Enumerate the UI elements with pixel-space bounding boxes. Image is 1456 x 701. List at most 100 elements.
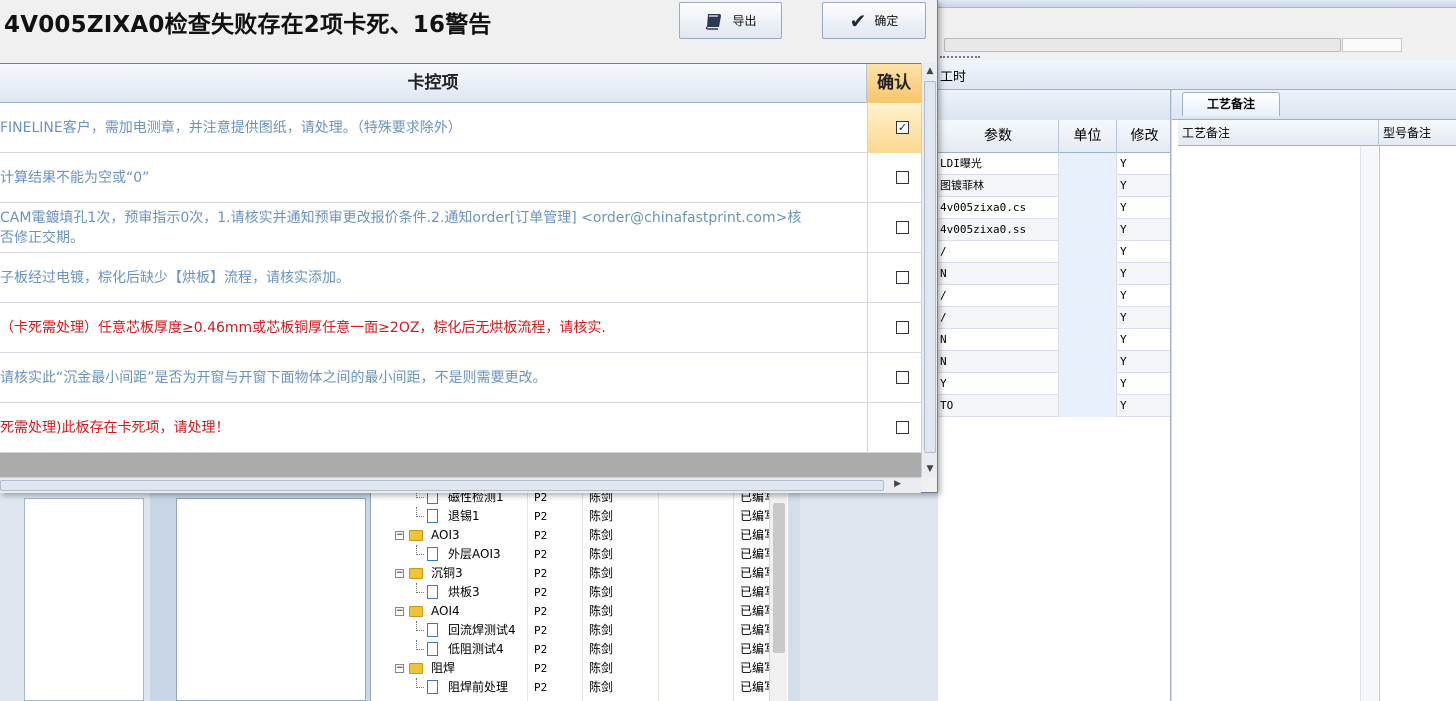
- tree-row[interactable]: − 阻焊 P2 陈剑 已编写: [371, 659, 789, 678]
- tree-status: 已编写: [740, 566, 772, 580]
- dialog-vertical-scrollbar[interactable]: ▲ ▼: [921, 63, 937, 477]
- dialog-horizontal-scrollbar[interactable]: ▶: [0, 477, 921, 493]
- remarks-grid-header: 工艺备注 型号备注: [1178, 120, 1456, 146]
- confirm-button[interactable]: ✔ 确定: [822, 2, 926, 39]
- column-modify[interactable]: 修改: [1117, 120, 1172, 153]
- column-process-remarks[interactable]: 工艺备注: [1178, 120, 1379, 146]
- check-item-text: 子板经过电镀，棕化后缺少【烘板】流程，请核实添加。: [0, 270, 350, 286]
- tree-row[interactable]: 阻焊前处理 P2 陈剑 已编写: [371, 678, 789, 697]
- check-item-row[interactable]: FINELINE客户，需加电测章，并注意提供图纸，请处理。（特殊要求除外） ✓: [0, 103, 921, 153]
- column-check-item[interactable]: 卡控项: [0, 64, 867, 103]
- check-item-row[interactable]: CAM電鍍填孔1次，预审指示0次，1.请核实并通知预审更改报价条件.2.通知or…: [0, 203, 921, 253]
- param-row[interactable]: LDI曝光 Y: [938, 153, 1172, 175]
- param-row[interactable]: NY: [938, 351, 1172, 373]
- param-cell: 4v005zixa0.cs: [938, 197, 1059, 219]
- check-item-row[interactable]: 死需处理)此板存在卡死项，请处理！: [0, 403, 921, 453]
- tree-scrollbar[interactable]: [769, 493, 787, 701]
- background-tabbar: 工时: [938, 60, 1456, 90]
- check-grid-empty-area: [0, 453, 921, 477]
- column-unit[interactable]: 单位: [1059, 120, 1117, 153]
- scroll-up-arrow-icon[interactable]: ▲: [923, 64, 937, 78]
- param-row[interactable]: / Y: [938, 241, 1172, 263]
- param-cell: 4v005zixa0.ss: [938, 219, 1059, 241]
- param-row[interactable]: / Y: [938, 285, 1172, 307]
- remarks-pane: 工艺备注 工艺备注 型号备注: [1172, 90, 1456, 701]
- tree-row[interactable]: 烘板3 P2 陈剑 已编写: [371, 583, 789, 602]
- column-param[interactable]: 参数: [938, 120, 1059, 153]
- tree-row[interactable]: − AOI4 P2 陈剑 已编写: [371, 602, 789, 621]
- param-row[interactable]: 4v005zixa0.cs Y: [938, 197, 1172, 219]
- dialog-scrollbar-thumb[interactable]: [924, 81, 936, 453]
- check-item-row[interactable]: 计算结果不能为空或“0”: [0, 153, 921, 203]
- confirm-checkbox[interactable]: [896, 321, 909, 334]
- param-row[interactable]: NY: [938, 329, 1172, 351]
- background-header-strip: [938, 0, 1456, 8]
- params-grid-header: 参数 单位 修改: [938, 120, 1172, 153]
- lower-splitter[interactable]: [788, 493, 800, 701]
- tree-priority: P2: [534, 624, 548, 637]
- tree-row[interactable]: − 沉铜3 P2 陈剑 已编写: [371, 564, 789, 583]
- export-button[interactable]: 导出: [679, 2, 782, 39]
- tab-hours[interactable]: 工时: [940, 66, 966, 85]
- tree-row[interactable]: − AOI3 P2 陈剑 已编写: [371, 526, 789, 545]
- tree-row[interactable]: 退锡1 P2 陈剑 已编写: [371, 507, 789, 526]
- background-toolbar: [938, 0, 1456, 58]
- dialog-title: 4V005ZIXA0检查失败存在2项卡死、16警告: [4, 12, 492, 38]
- param-row[interactable]: TO Y: [938, 395, 1172, 417]
- column-confirm[interactable]: 确认: [867, 64, 921, 103]
- confirm-cell: [867, 403, 921, 453]
- remarks-scrollbar[interactable]: [1360, 146, 1378, 701]
- tree-row[interactable]: 外层AOI3 P2 陈剑 已编写: [371, 545, 789, 564]
- confirm-checkbox[interactable]: [896, 371, 909, 384]
- param-row[interactable]: 图镀菲林 Y: [938, 175, 1172, 197]
- tree-author: 陈剑: [589, 604, 614, 618]
- tree-scrollbar-thumb[interactable]: [773, 503, 785, 653]
- param-row[interactable]: 4v005zixa0.ss Y: [938, 219, 1172, 241]
- confirm-checkbox[interactable]: [896, 421, 909, 434]
- tree-connector: [416, 507, 424, 517]
- check-item-row[interactable]: 子板经过电镀，棕化后缺少【烘板】流程，请核实添加。: [0, 253, 921, 303]
- background-horizontal-scrollbar[interactable]: [944, 38, 1341, 52]
- param-row[interactable]: YY: [938, 373, 1172, 395]
- tree-node-label: 阻焊前处理: [448, 680, 509, 694]
- confirm-cell: [867, 203, 921, 253]
- param-cell: /: [938, 307, 1059, 329]
- check-item-row[interactable]: 请核实此“沉金最小间距”是否为开窗与开窗下面物体之间的最小间距，不是则需要更改。: [0, 353, 921, 403]
- document-icon: [427, 547, 438, 561]
- lower-pane-1: [24, 498, 144, 701]
- scroll-right-arrow-icon[interactable]: ▶: [894, 479, 901, 489]
- tree-row[interactable]: 低阻测试4 P2 陈剑 已编写: [371, 640, 789, 659]
- collapse-toggle-icon[interactable]: −: [395, 569, 404, 578]
- collapse-toggle-icon[interactable]: −: [395, 531, 404, 540]
- column-model-remarks[interactable]: 型号备注: [1379, 120, 1456, 146]
- tree-status: 已编写: [740, 509, 772, 523]
- confirm-checkbox[interactable]: [896, 221, 909, 234]
- tree-node-label: 阻焊: [431, 661, 456, 675]
- tree-author: 陈剑: [589, 566, 614, 580]
- tab-process-remarks[interactable]: 工艺备注: [1182, 92, 1280, 116]
- confirm-checkbox[interactable]: ✓: [896, 121, 909, 134]
- tree-priority: P2: [534, 586, 548, 599]
- param-cell: N: [938, 351, 1059, 373]
- document-icon: [427, 642, 438, 656]
- scroll-down-arrow-icon[interactable]: ▼: [923, 462, 937, 476]
- check-item-text: 请核实此“沉金最小间距”是否为开窗与开窗下面物体之间的最小间距，不是则需要更改。: [0, 370, 547, 386]
- check-item-row[interactable]: （卡死需处理）任意芯板厚度≥0.46mm或芯板铜厚任意一面≥2OZ，棕化后无烘板…: [0, 303, 921, 353]
- tree-row[interactable]: 回流焊测试4 P2 陈剑 已编写: [371, 621, 789, 640]
- check-items-grid: 卡控项 确认 FINELINE客户，需加电测章，并注意提供图纸，请处理。（特殊要…: [0, 63, 921, 477]
- modify-cell: Y: [1120, 223, 1127, 236]
- param-row[interactable]: NY: [938, 263, 1172, 285]
- param-row[interactable]: / Y: [938, 307, 1172, 329]
- collapse-toggle-icon[interactable]: −: [395, 664, 404, 673]
- confirm-cell: [867, 353, 921, 403]
- collapse-toggle-icon[interactable]: −: [395, 607, 404, 616]
- process-tree: 磁性检测1 P2 陈剑 已编写 退锡1 P2 陈剑 已编写 − AOI3 P2 陈剑 已编写 外层AOI3…: [370, 488, 789, 701]
- tree-connector: [416, 583, 424, 593]
- app-window: 工时 参数 单位 修改 LDI曝光 Y 图镀菲林 Y 4v005zixa0.cs Y 4v0…: [0, 0, 1456, 701]
- dialog-hscroll-thumb[interactable]: [0, 480, 884, 491]
- modify-cell: Y: [1120, 201, 1127, 214]
- tree-connector: [416, 678, 424, 688]
- confirm-checkbox[interactable]: [896, 271, 909, 284]
- confirm-checkbox[interactable]: [896, 171, 909, 184]
- modify-cell: Y: [1120, 399, 1127, 412]
